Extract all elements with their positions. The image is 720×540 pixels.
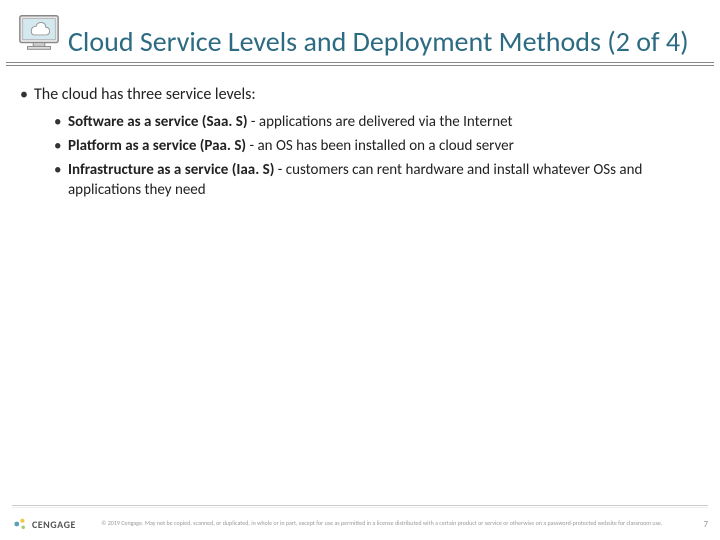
bullet-lead: • The cloud has three service levels:: [20, 84, 700, 106]
list-item-rest: - an OS has been installed on a cloud se…: [246, 137, 514, 155]
bullet-dot-icon: •: [20, 84, 34, 106]
cengage-logo-icon: [12, 516, 28, 532]
list-item-bold: Platform as a service (Paa. S): [68, 137, 246, 155]
copyright-text: © 2019 Cengage. May not be copied, scann…: [76, 520, 688, 527]
list-item-bold: Software as a service (Saa. S): [68, 113, 248, 131]
list-item-bold: Infrastructure as a service (Iaa. S): [68, 161, 274, 179]
bullet-dot-icon: •: [54, 112, 68, 132]
list-item: • Platform as a service (Paa. S) - an OS…: [54, 136, 700, 156]
sub-bullet-list: • Software as a service (Saa. S) - appli…: [54, 112, 700, 201]
bullet-dot-icon: •: [54, 136, 68, 156]
cloud-monitor-icon: [16, 10, 62, 56]
list-item-rest: - applications are delivered via the Int…: [248, 113, 513, 131]
slide-content: • The cloud has three service levels: • …: [0, 84, 720, 201]
cengage-logo: CENGAGE: [12, 516, 76, 532]
list-item: • Software as a service (Saa. S) - appli…: [54, 112, 700, 132]
slide-header: Cloud Service Levels and Deployment Meth…: [6, 0, 714, 66]
cengage-logo-text: CENGAGE: [32, 518, 76, 531]
bullet-lead-text: The cloud has three service levels:: [34, 84, 256, 106]
bullet-dot-icon: •: [54, 160, 68, 201]
list-item: • Infrastructure as a service (Iaa. S) -…: [54, 160, 700, 201]
slide-footer: CENGAGE © 2019 Cengage. May not be copie…: [0, 516, 720, 532]
list-item-text: Infrastructure as a service (Iaa. S) - c…: [68, 160, 700, 201]
footer-divider: [12, 505, 708, 506]
list-item-text: Software as a service (Saa. S) - applica…: [68, 112, 513, 132]
slide-title: Cloud Service Levels and Deployment Meth…: [68, 26, 689, 62]
page-number: 7: [688, 519, 708, 530]
list-item-text: Platform as a service (Paa. S) - an OS h…: [68, 136, 514, 156]
